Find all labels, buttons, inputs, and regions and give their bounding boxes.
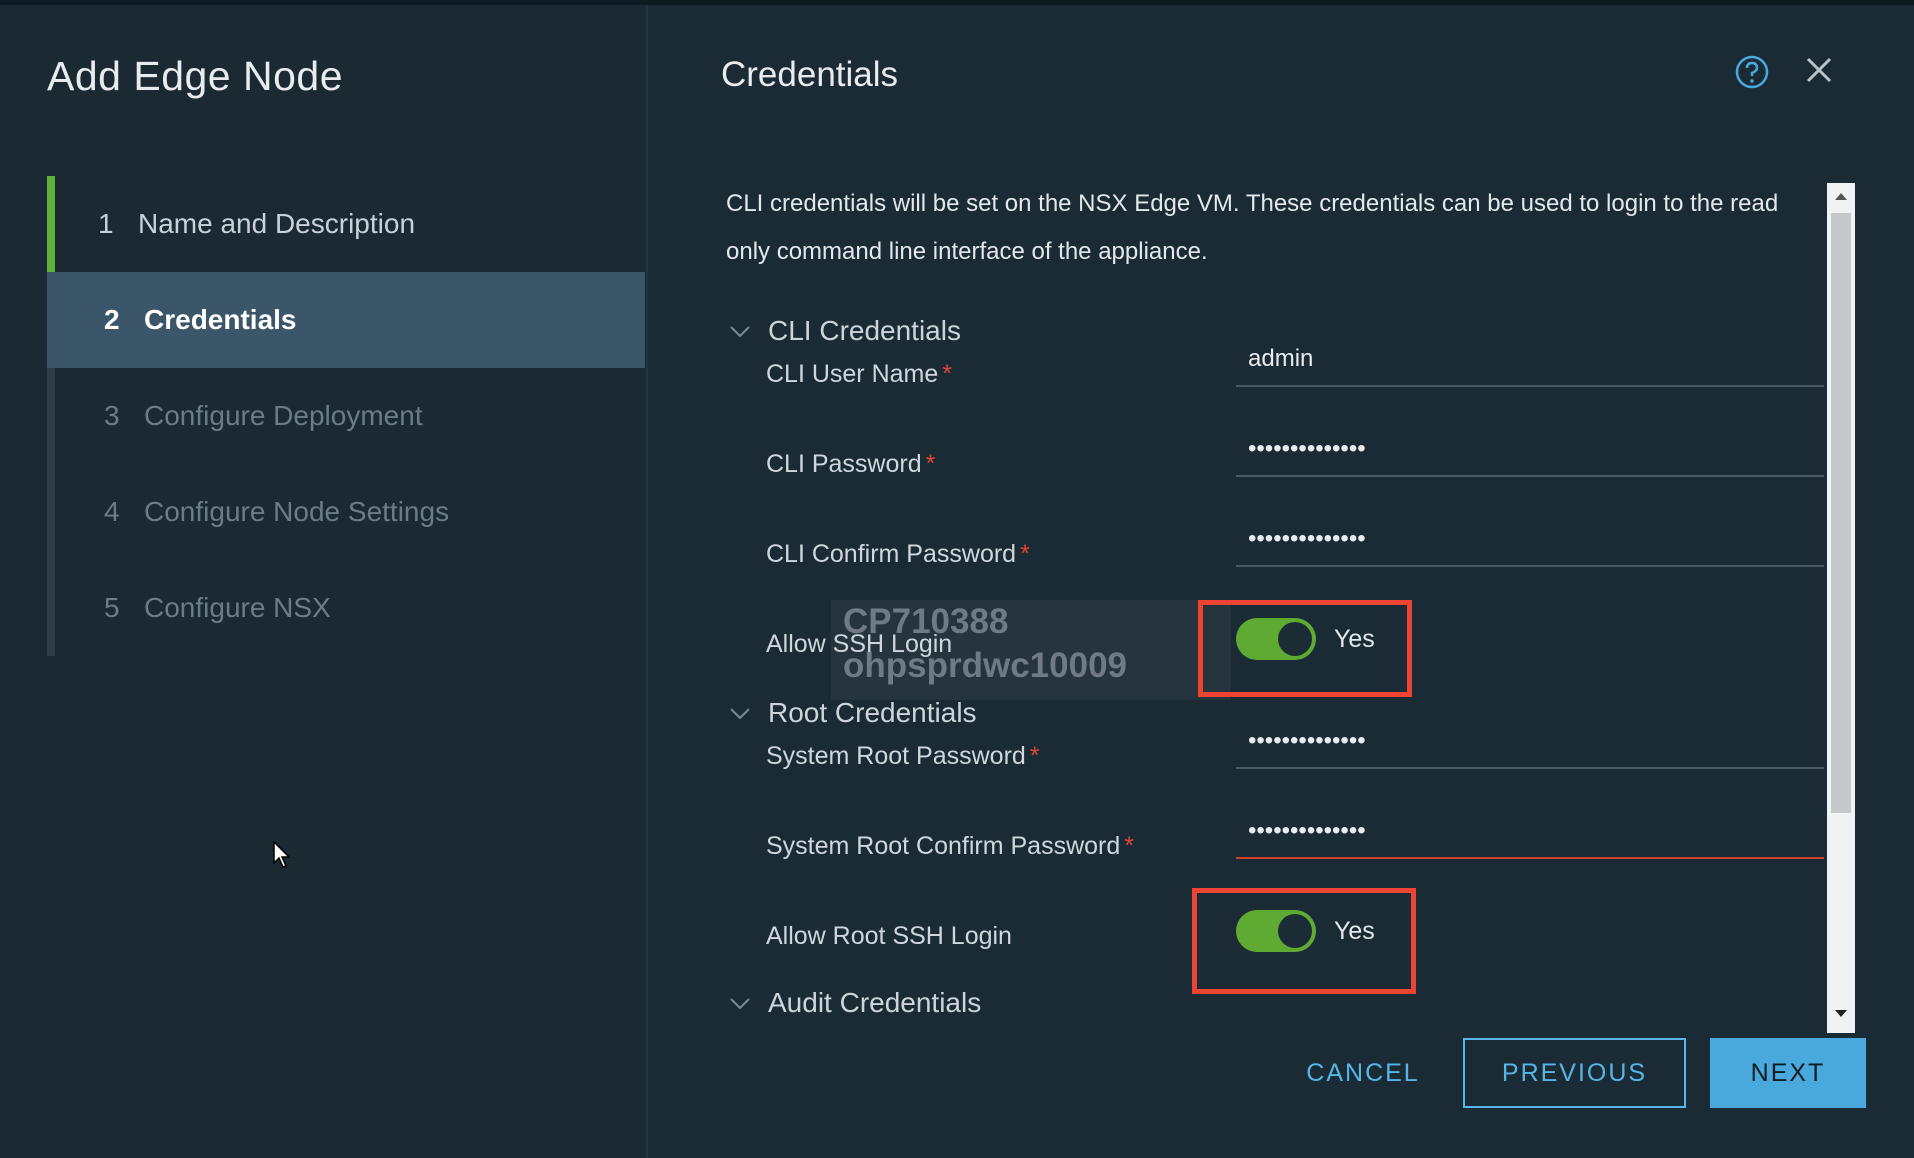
required-marker: * (1124, 832, 1135, 860)
scrollbar-thumb[interactable] (1831, 213, 1851, 813)
vertical-scrollbar[interactable] (1827, 183, 1855, 1033)
previous-button[interactable]: PREVIOUS (1463, 1038, 1686, 1108)
step-number: 4 (104, 496, 120, 527)
section-label: Audit Credentials (768, 987, 982, 1018)
required-marker: * (1020, 540, 1030, 568)
cli-user-name-label: CLI User Name * (766, 360, 952, 389)
label-text: CLI User Name (766, 360, 939, 388)
step-number: 3 (104, 400, 120, 431)
required-marker: * (942, 360, 952, 388)
highlight-box (1192, 888, 1416, 994)
next-button[interactable]: NEXT (1710, 1038, 1866, 1108)
step-label: Configure Node Settings (144, 496, 450, 527)
scroll-down-arrow-icon[interactable] (1834, 1009, 1848, 1019)
allow-root-ssh-login-label: Allow Root SSH Login (766, 922, 1012, 950)
wizard-sidebar: Add Edge Node 1 Name and Description 2 C… (0, 5, 646, 1158)
step-configure-deployment[interactable]: 3 Configure Deployment (47, 368, 645, 464)
page-title: Credentials (721, 55, 899, 94)
label-text: CLI Password (766, 450, 922, 478)
step-active-bar (47, 272, 55, 368)
step-progress-bar (47, 176, 55, 272)
highlight-box (1198, 600, 1412, 697)
step-label: Credentials (144, 304, 297, 335)
scroll-up-arrow-icon[interactable] (1834, 191, 1848, 201)
mouse-cursor-icon (273, 841, 291, 868)
audit-credentials-section[interactable]: Audit Credentials (728, 987, 981, 1019)
help-circle-icon[interactable] (1735, 55, 1769, 89)
step-configure-node-settings[interactable]: 4 Configure Node Settings (47, 464, 645, 560)
step-number: 2 (104, 304, 120, 335)
step-name-and-description[interactable]: 1 Name and Description (47, 176, 645, 272)
chevron-down-icon (730, 708, 750, 720)
cli-confirm-password-label: CLI Confirm Password * (766, 540, 1030, 569)
step-configure-nsx[interactable]: 5 Configure NSX (47, 560, 645, 656)
system-root-confirm-password-input[interactable]: •••••••••••••• (1236, 809, 1824, 859)
step-number: 5 (104, 592, 120, 623)
cli-credentials-section[interactable]: CLI Credentials (728, 315, 961, 347)
root-credentials-section[interactable]: Root Credentials (728, 697, 977, 729)
system-root-confirm-password-label: System Root Confirm Password * (766, 832, 1134, 861)
step-number: 1 (98, 208, 114, 239)
required-marker: * (1029, 742, 1040, 770)
credentials-form: CLI credentials will be set on the NSX E… (648, 175, 1824, 1030)
cancel-button[interactable]: CANCEL (1283, 1038, 1443, 1108)
step-label: Configure NSX (144, 592, 331, 623)
wizard-title: Add Edge Node (47, 53, 344, 99)
section-label: Root Credentials (768, 697, 977, 728)
close-icon[interactable] (1804, 55, 1834, 85)
step-label: Configure Deployment (144, 400, 423, 431)
description-text: CLI credentials will be set on the NSX E… (726, 190, 1779, 265)
system-root-password-label: System Root Password * (766, 742, 1040, 771)
cli-password-input[interactable]: •••••••••••••• (1236, 427, 1824, 477)
label-text: System Root Password (766, 742, 1026, 770)
step-credentials[interactable]: 2 Credentials (47, 272, 645, 368)
system-root-password-input[interactable]: •••••••••••••• (1236, 719, 1824, 769)
allow-ssh-login-label: Allow SSH Login (766, 630, 953, 658)
section-label: CLI Credentials (768, 315, 961, 346)
required-marker: * (925, 450, 936, 478)
step-label: Name and Description (138, 208, 416, 239)
cli-password-label: CLI Password * (766, 450, 935, 479)
chevron-down-icon (730, 998, 750, 1010)
credentials-panel: Credentials CLI credentials will be set … (648, 5, 1914, 1158)
cli-confirm-password-input[interactable]: •••••••••••••• (1236, 517, 1824, 567)
chevron-down-icon (730, 326, 750, 338)
label-text: CLI Confirm Password (766, 540, 1017, 568)
label-text: System Root Confirm Password (766, 832, 1121, 860)
cli-user-name-input[interactable]: admin (1236, 337, 1824, 387)
